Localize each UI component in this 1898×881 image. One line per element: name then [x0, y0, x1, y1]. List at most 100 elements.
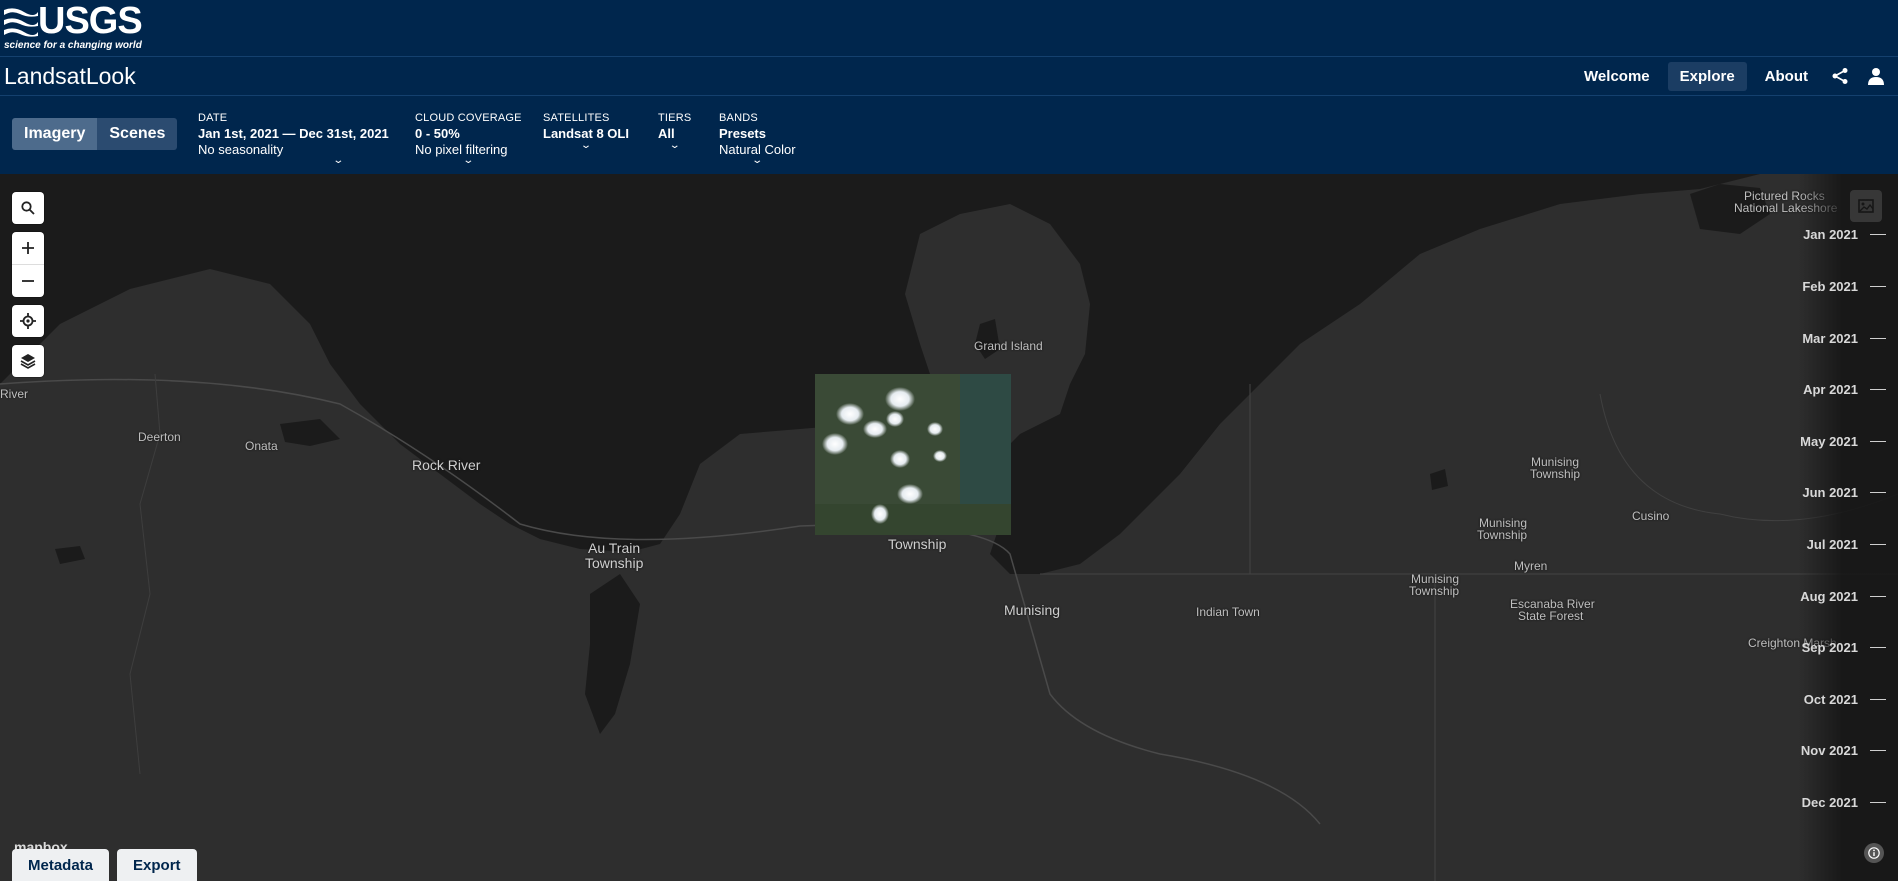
timeline-tick [1870, 441, 1886, 442]
place-label: Onata [245, 439, 278, 453]
nav-welcome[interactable]: Welcome [1572, 62, 1662, 91]
timeline-month[interactable]: Jun 2021 [1802, 485, 1886, 500]
export-tab[interactable]: Export [117, 849, 197, 881]
chevron-down-icon: ⌄ [462, 155, 475, 166]
search-icon[interactable] [12, 192, 44, 224]
timeline-month-label: Aug 2021 [1800, 589, 1858, 604]
main-nav: Welcome Explore About [1572, 57, 1898, 95]
timeline-month-label: Mar 2021 [1802, 331, 1858, 346]
timeline-tick [1870, 286, 1886, 287]
timeline-month-label: Feb 2021 [1802, 279, 1858, 294]
metadata-tab[interactable]: Metadata [12, 849, 110, 881]
timeline-tick [1870, 338, 1886, 339]
place-label: River [0, 387, 29, 401]
chevron-down-icon: ⌄ [751, 155, 764, 166]
tiers-filter[interactable]: TIERS All ⌄ [658, 112, 691, 151]
timeline-month[interactable]: Nov 2021 [1801, 743, 1886, 758]
nav-explore[interactable]: Explore [1667, 61, 1747, 91]
timeline-tick [1870, 492, 1886, 493]
place-label: Deerton [138, 430, 181, 444]
map-canvas[interactable]: Grand Island Rock River Au Train Townshi… [0, 174, 1898, 881]
map-basemap [0, 174, 1898, 881]
imagery-toggle[interactable]: Imagery [12, 118, 98, 150]
chevron-down-icon: ⌄ [580, 140, 592, 151]
timeline-month-label: Oct 2021 [1803, 692, 1858, 707]
timeline-month[interactable]: Mar 2021 [1802, 331, 1886, 346]
timeline-month[interactable]: Apr 2021 [1803, 382, 1886, 397]
place-label: Au Train [588, 540, 641, 556]
landsat-scene-tile [815, 374, 1011, 535]
layers-control [12, 345, 44, 377]
zoom-control [12, 232, 44, 297]
app-title[interactable]: LandsatLook [4, 63, 136, 90]
place-label: Cusino [1632, 509, 1670, 523]
zoom-out-icon[interactable] [12, 264, 44, 297]
timeline-tick [1870, 750, 1886, 751]
timeline-month-label: Sep 2021 [1801, 640, 1858, 655]
place-label: Township [1530, 467, 1581, 481]
cloud-coverage-filter[interactable]: CLOUD COVERAGE 0 - 50% No pixel filterin… [415, 112, 522, 166]
timeline-tick [1870, 234, 1886, 235]
timeline-tick [1870, 699, 1886, 700]
satellites-filter[interactable]: SATELLITES Landsat 8 OLI ⌄ [543, 112, 629, 151]
timeline-month[interactable]: Dec 2021 [1802, 795, 1886, 810]
timeline-month[interactable]: Aug 2021 [1800, 589, 1886, 604]
cloud-coverage-value: 0 - 50% [415, 126, 460, 141]
chevron-down-icon: ⌄ [332, 155, 345, 166]
map-search-control [12, 192, 44, 224]
info-icon[interactable] [1864, 843, 1884, 863]
share-icon[interactable] [1826, 62, 1854, 90]
place-label: Township [585, 555, 644, 571]
place-label: Township [1409, 584, 1460, 598]
timeline-month[interactable]: Jan 2021 [1803, 227, 1886, 242]
bands-label: BANDS [719, 112, 758, 124]
bottom-tabs: Metadata Export [12, 849, 205, 881]
timeline-month[interactable]: Feb 2021 [1802, 279, 1886, 294]
timeline-month-label: Jul 2021 [1806, 537, 1858, 552]
zoom-in-icon[interactable] [12, 232, 44, 264]
user-icon[interactable] [1862, 62, 1890, 90]
timeline-tick [1870, 647, 1886, 648]
place-label: Myren [1514, 559, 1548, 573]
timeline-month-label: Dec 2021 [1801, 795, 1858, 810]
view-toggle: Imagery Scenes [12, 118, 178, 150]
locate-control [12, 305, 44, 337]
usgs-logo-text: USGS [38, 0, 143, 42]
scenes-toggle[interactable]: Scenes [97, 118, 178, 150]
timeline-month[interactable]: Oct 2021 [1804, 692, 1886, 707]
timeline-tick [1870, 544, 1886, 545]
timeline-month-label: Apr 2021 [1803, 382, 1858, 397]
app-bar: LandsatLook Welcome Explore About [0, 57, 1898, 96]
layers-icon[interactable] [12, 345, 44, 377]
place-label: Grand Island [974, 339, 1043, 353]
locate-icon[interactable] [12, 305, 44, 337]
place-label: Indian Town [1196, 605, 1260, 619]
usgs-logo[interactable]: USGS science for a changing world [4, 0, 143, 52]
satellites-label: SATELLITES [543, 112, 610, 124]
chevron-down-icon: ⌄ [668, 140, 681, 151]
usgs-wave-icon [4, 8, 38, 37]
timeline-month[interactable]: Sep 2021 [1802, 640, 1886, 655]
timeline-tick [1870, 596, 1886, 597]
place-label: Township [888, 536, 947, 552]
date-filter[interactable]: DATE Jan 1st, 2021 — Dec 31st, 2021 No s… [198, 112, 389, 166]
date-filter-label: DATE [198, 112, 228, 124]
cloud-coverage-label: CLOUD COVERAGE [415, 112, 522, 124]
date-range-value: Jan 1st, 2021 — Dec 31st, 2021 [198, 126, 389, 141]
timeline-month-label: Nov 2021 [1800, 743, 1858, 758]
timeline-month-label: May 2021 [1800, 434, 1858, 449]
usgs-header: USGS science for a changing world [0, 0, 1898, 57]
usgs-tagline: science for a changing world [4, 40, 142, 51]
place-label: Township [1477, 528, 1528, 542]
nav-about[interactable]: About [1753, 62, 1820, 91]
timeline-month-label: Jun 2021 [1802, 485, 1858, 500]
timeline: Jan 2021 Feb 2021 Mar 2021 Apr 2021 May … [1798, 174, 1898, 881]
place-label: State Forest [1518, 609, 1584, 623]
place-label: Munising [1004, 602, 1061, 618]
timeline-tick [1870, 802, 1886, 803]
bands-filter[interactable]: BANDS Presets Natural Color ⌄ [719, 112, 796, 166]
timeline-month[interactable]: Jul 2021 [1807, 537, 1886, 552]
timeline-month[interactable]: May 2021 [1800, 434, 1886, 449]
timeline-tick [1870, 389, 1886, 390]
seasonality-value: No seasonality [198, 142, 284, 157]
